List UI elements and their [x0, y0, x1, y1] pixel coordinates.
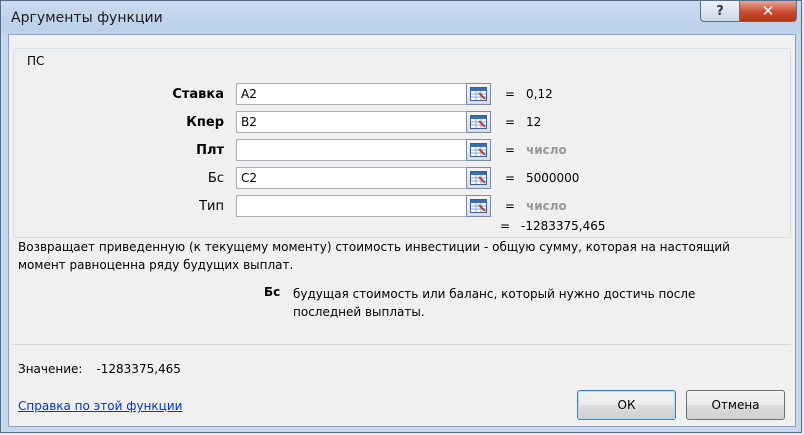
formula-result: -1283375,465: [521, 219, 606, 233]
argument-label: Плт: [196, 143, 224, 158]
argument-label: Бс: [207, 171, 224, 186]
ok-button[interactable]: ОК: [577, 390, 676, 420]
argument-input[interactable]: [236, 111, 468, 133]
value-result: -1283375,465: [96, 362, 181, 376]
range-select-button[interactable]: [466, 83, 491, 105]
dialog-body: ПС Ставка = 0,12 Кпер = 12 Плт = число Бс = 5000000…: [8, 34, 796, 427]
value-row: Значение: -1283375,465: [18, 362, 181, 376]
function-description: Возвращает приведенную (к текущему момен…: [18, 240, 730, 272]
divider: [13, 344, 791, 345]
function-help-link[interactable]: Справка по этой функции: [18, 399, 182, 413]
help-icon: ?: [716, 3, 724, 19]
function-arguments-dialog: Аргументы функции ? ✕ ПС Ставка = 0,12 Кпер…: [0, 0, 802, 433]
value-label: Значение:: [18, 362, 83, 376]
help-button[interactable]: ?: [700, 1, 740, 22]
argument-label: Тип: [199, 199, 224, 214]
title-bar[interactable]: Аргументы функции ? ✕: [1, 1, 801, 35]
argument-input[interactable]: [236, 195, 468, 217]
argument-result: 12: [526, 115, 542, 129]
argument-input[interactable]: [236, 83, 468, 105]
range-select-icon: [470, 87, 487, 101]
cancel-button[interactable]: Отмена: [686, 390, 785, 420]
argument-input[interactable]: [236, 167, 468, 189]
range-select-button[interactable]: [466, 111, 491, 133]
current-argument-name: Бс: [264, 285, 281, 299]
argument-input[interactable]: [236, 139, 468, 161]
dialog-title: Аргументы функции: [11, 10, 163, 26]
argument-label: Кпер: [186, 115, 224, 130]
argument-result: 0,12: [526, 87, 553, 101]
arguments-group: ПС Ставка = 0,12 Кпер = 12 Плт = число Бс = 5000000…: [13, 48, 791, 238]
argument-result: число: [526, 199, 567, 213]
range-select-icon: [470, 143, 487, 157]
range-select-button[interactable]: [466, 139, 491, 161]
range-select-button[interactable]: [466, 195, 491, 217]
argument-equals: =: [505, 87, 516, 101]
function-name: ПС: [24, 54, 48, 68]
close-icon: ✕: [761, 2, 775, 20]
argument-equals: =: [505, 115, 516, 129]
current-argument-description: будущая стоимость или баланс, который ну…: [293, 287, 696, 319]
range-select-icon: [470, 171, 487, 185]
argument-equals: =: [505, 143, 516, 157]
result-equals: =: [500, 219, 511, 233]
close-button[interactable]: ✕: [739, 1, 797, 22]
argument-result: 5000000: [526, 171, 580, 185]
argument-equals: =: [505, 199, 516, 213]
range-select-icon: [470, 115, 487, 129]
argument-label: Ставка: [172, 87, 224, 102]
range-select-icon: [470, 199, 487, 213]
argument-result: число: [526, 143, 567, 157]
argument-equals: =: [505, 171, 516, 185]
range-select-button[interactable]: [466, 167, 491, 189]
